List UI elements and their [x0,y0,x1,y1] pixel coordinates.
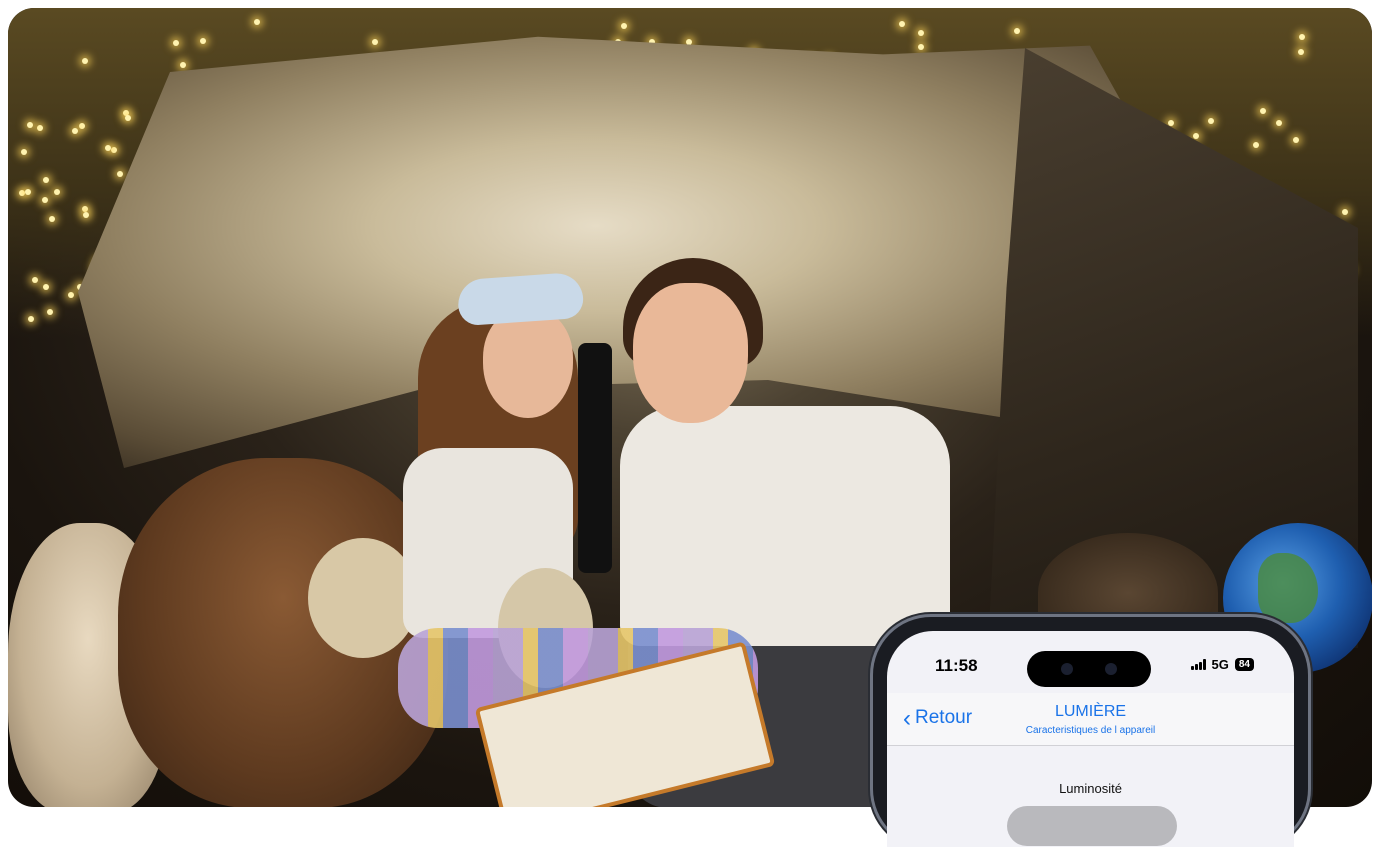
light-bulb [27,316,34,323]
light-bulb [1168,119,1175,126]
sleep-mask [456,271,585,327]
light-bulb [48,215,55,222]
cream-teddy-bear [308,538,418,658]
status-time: 11:58 [935,656,978,675]
light-bulb [1298,33,1305,40]
brightness-label: Luminosité [1059,781,1122,796]
phone-mockup: 11:58 5G 84 ‹ Retour LUMIÈRE Caracterist… [873,617,1308,847]
light-bulb [371,39,378,46]
light-bulb [1252,141,1259,148]
page-subtitle: Caracteristiques de l appareil [1025,725,1156,736]
light-bulb [179,61,186,68]
boy-shirt [620,406,950,646]
status-indicators: 5G 84 [1190,657,1254,672]
phone-screen: 11:58 5G 84 ‹ Retour LUMIÈRE Caracterist… [887,631,1294,847]
light-bulb [31,276,38,283]
light-bulb [116,170,123,177]
light-bulb [41,196,48,203]
light-bulb [254,18,261,25]
light-bulb [172,39,179,46]
light-bulb [110,147,117,154]
light-bulb [18,189,25,196]
light-bulb [1259,107,1266,114]
signal-icon [1190,659,1206,670]
light-bulb [124,114,131,121]
light-bulb [82,211,89,218]
flashlight [578,343,612,573]
page-title: LUMIÈRE [1054,703,1127,720]
light-bulb [686,38,693,45]
light-bulb [20,148,27,155]
light-bulb [1297,48,1304,55]
camera-icon [1105,663,1117,675]
network-type: 5G [1211,657,1229,672]
boy-face [633,283,748,423]
light-bulb [1013,27,1020,34]
dynamic-island [1027,651,1151,687]
light-bulb [200,37,207,44]
brightness-slider[interactable] [1007,806,1177,846]
battery-icon: 84 [1234,658,1254,671]
sensor-icon [1061,663,1073,675]
girl-face [483,308,573,418]
nav-bar: ‹ Retour LUMIÈRE Caracteristiques de l a… [887,693,1294,746]
light-bulb [78,122,85,129]
